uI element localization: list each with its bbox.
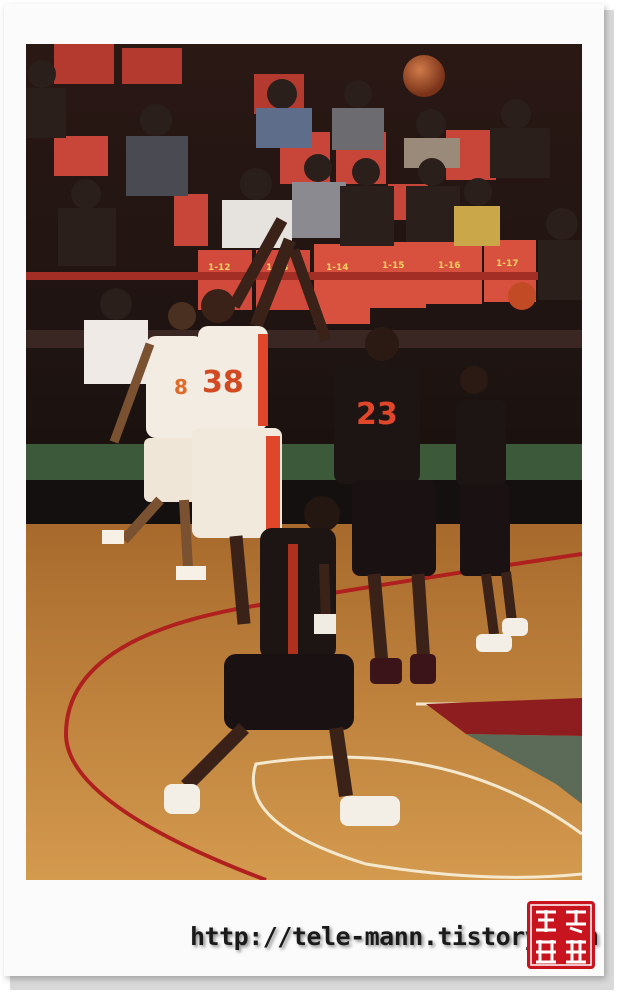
svg-text:1-14: 1-14: [326, 263, 349, 273]
jersey-number: 8: [174, 375, 188, 399]
spare-basketball: [508, 282, 536, 310]
basketball: [403, 55, 445, 97]
red-seal-stamp: [527, 901, 595, 969]
svg-text:1-17: 1-17: [496, 259, 519, 269]
svg-text:1-12: 1-12: [208, 263, 231, 273]
jersey-number: 23: [356, 397, 398, 432]
svg-text:1-16: 1-16: [438, 261, 461, 271]
svg-text:1-15: 1-15: [382, 261, 405, 271]
jersey-number: 38: [202, 365, 244, 400]
basketball-photo: 1-12 1-13 1-14 1-15 1-16 1-17: [26, 44, 582, 880]
